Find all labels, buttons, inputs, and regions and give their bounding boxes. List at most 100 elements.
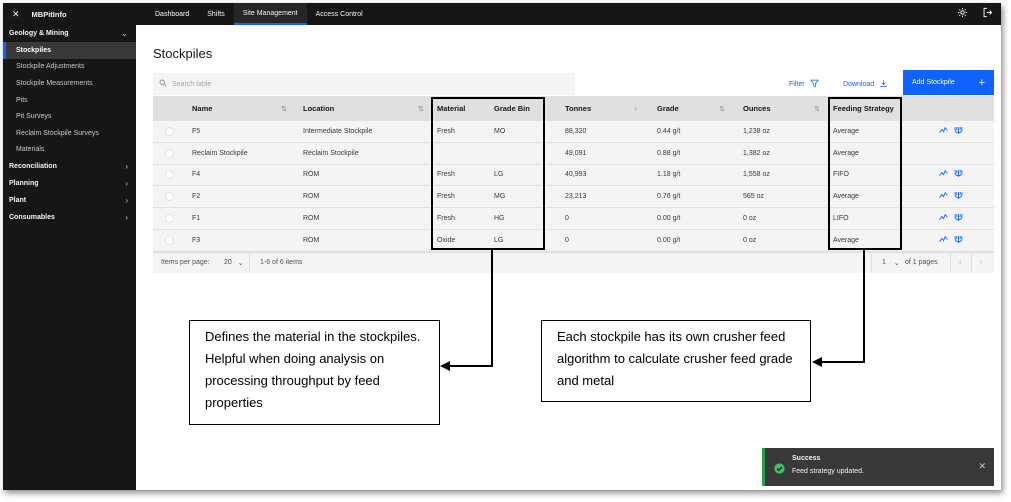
cell-name: F1 [192,215,201,223]
sidebar-group[interactable]: Plant › [3,192,136,209]
material-grade-highlight [431,97,545,250]
row-actions [939,165,963,186]
chevron-right-icon: › [125,213,128,223]
items-per-page-value: 20 [224,259,232,267]
top-nav-tab[interactable]: Dashboard [146,3,198,25]
radio-button[interactable] [165,235,174,245]
cell-name: Reclaim Stockpile [192,149,248,157]
feed-algorithm-icon[interactable] [954,213,963,224]
app-name: MBPitInfo [31,9,67,19]
download-button[interactable]: Download [843,73,888,95]
sidebar-group-label: Geology & Mining [9,30,69,37]
page-value: 1 [882,259,886,267]
row-select-radio[interactable] [165,143,174,164]
logout-icon[interactable] [982,7,993,21]
top-nav-tab[interactable]: Access Control [307,3,372,25]
brand: ✕ MBPitInfo [3,3,136,25]
top-nav-tab[interactable]: Shifts [198,3,234,25]
cell-location: Reclaim Stockpile [303,149,359,157]
trend-chart-icon[interactable] [939,235,948,246]
column-header[interactable]: Location [303,96,334,121]
radio-button[interactable] [165,148,174,158]
close-icon[interactable]: ✕ [978,461,986,472]
sort-icon[interactable]: ⇅ [719,96,725,121]
feed-algorithm-icon[interactable] [954,169,963,180]
column-header[interactable]: Ounces [743,96,771,121]
page-select[interactable]: 1 ⌄ [871,252,900,273]
cell-ounces: 1,558 oz [743,171,770,179]
cell-grade: 0.00 g/t [657,215,681,223]
trend-chart-icon[interactable] [939,126,948,137]
row-select-radio[interactable] [165,186,174,207]
next-page-button[interactable]: › [971,252,990,273]
search-input[interactable]: Search table [153,73,575,95]
trend-chart-icon[interactable] [939,169,948,180]
close-icon[interactable]: ✕ [12,9,20,20]
row-select-radio[interactable] [165,208,174,229]
trend-chart-icon[interactable] [939,191,948,202]
pagination: Items per page: 20 ⌄ 1-6 of 6 items 1 ⌄ … [153,251,994,273]
sort-icon[interactable]: ↓ [634,96,638,121]
cell-tonnes: 23,213 [565,193,587,201]
cell-location: Intermediate Stockpile [303,127,373,135]
sidebar-group[interactable]: Geology & Mining ⌄ [3,25,136,42]
cell-ounces: 0 oz [743,215,757,223]
sidebar-item[interactable]: Stockpiles [3,42,136,59]
cell-ounces: 1,382 oz [743,149,770,157]
row-select-radio[interactable] [165,121,174,142]
cell-grade: 0.00 g/t [657,236,681,244]
items-per-page-select[interactable]: 20 ⌄ [224,253,244,273]
sidebar-item[interactable]: Stockpile Adjustments [3,59,136,76]
prev-page-button[interactable]: ‹ [950,252,969,273]
feed-algorithm-icon[interactable] [954,191,963,202]
radio-button[interactable] [165,170,174,180]
feed-algorithm-icon[interactable] [954,126,963,137]
checkmark-icon [774,461,785,479]
success-toast: Success Feed strategy updated. ✕ [762,448,994,486]
sidebar-item[interactable]: Materials [3,142,136,159]
column-header[interactable]: Name [192,96,212,121]
cell-grade: 0.76 g/t [657,193,681,201]
sidebar-group[interactable]: Planning › [3,175,136,192]
radio-button[interactable] [165,192,174,202]
cell-ounces: 1,238 oz [743,127,770,135]
sidebar-item[interactable]: Stockpile Measurements [3,75,136,92]
sidebar-item[interactable]: Pit Surveys [3,108,136,125]
page-title: Stockpiles [153,46,213,61]
row-select-radio[interactable] [165,230,174,251]
feed-algorithm-icon[interactable] [954,235,963,246]
row-select-radio[interactable] [165,165,174,186]
toast-title: Success [792,455,821,462]
trend-chart-icon[interactable] [939,213,948,224]
sidebar-group[interactable]: Reconciliation › [3,158,136,175]
cell-name: F3 [192,236,201,244]
sort-icon[interactable]: ⇅ [814,96,820,121]
radio-button[interactable] [165,214,174,224]
sidebar-group-label: Consumables [9,214,55,222]
chevron-right-icon: › [125,162,128,172]
page-count: of 1 pages [905,259,938,267]
add-stockpile-button[interactable]: Add Stockpile + [903,70,994,95]
radio-button[interactable] [165,126,174,136]
sort-icon[interactable]: ⇅ [281,96,287,121]
top-nav-tabs: Dashboard Shifts Site Management Access Con… [136,3,372,25]
column-header[interactable]: Grade [657,96,679,121]
sidebar-group-label: Plant [9,197,27,205]
cell-grade: 0.44 g/t [657,127,681,135]
cell-tonnes: 88,320 [565,127,587,135]
filter-button[interactable]: Filter [789,73,819,95]
item-range: 1-6 of 6 items [249,252,302,273]
sort-icon[interactable]: ⇅ [418,96,424,121]
sidebar-item[interactable]: Pits [3,92,136,109]
chevron-down-icon: ⌄ [237,259,244,267]
cell-location: ROM [303,171,320,179]
gear-icon[interactable] [957,7,968,21]
cell-name: F4 [192,171,201,179]
top-nav-tab[interactable]: Site Management [233,3,307,25]
sidebar-nav: Geology & Mining ⌄ Stockpiles Stockpile Adj… [3,25,136,226]
callout-line [448,365,493,367]
sidebar-item[interactable]: Reclaim Stockpile Surveys [3,125,136,142]
column-header[interactable]: Tonnes [565,96,591,121]
chevron-right-icon: › [125,179,128,189]
sidebar-group[interactable]: Consumables › [3,209,136,226]
